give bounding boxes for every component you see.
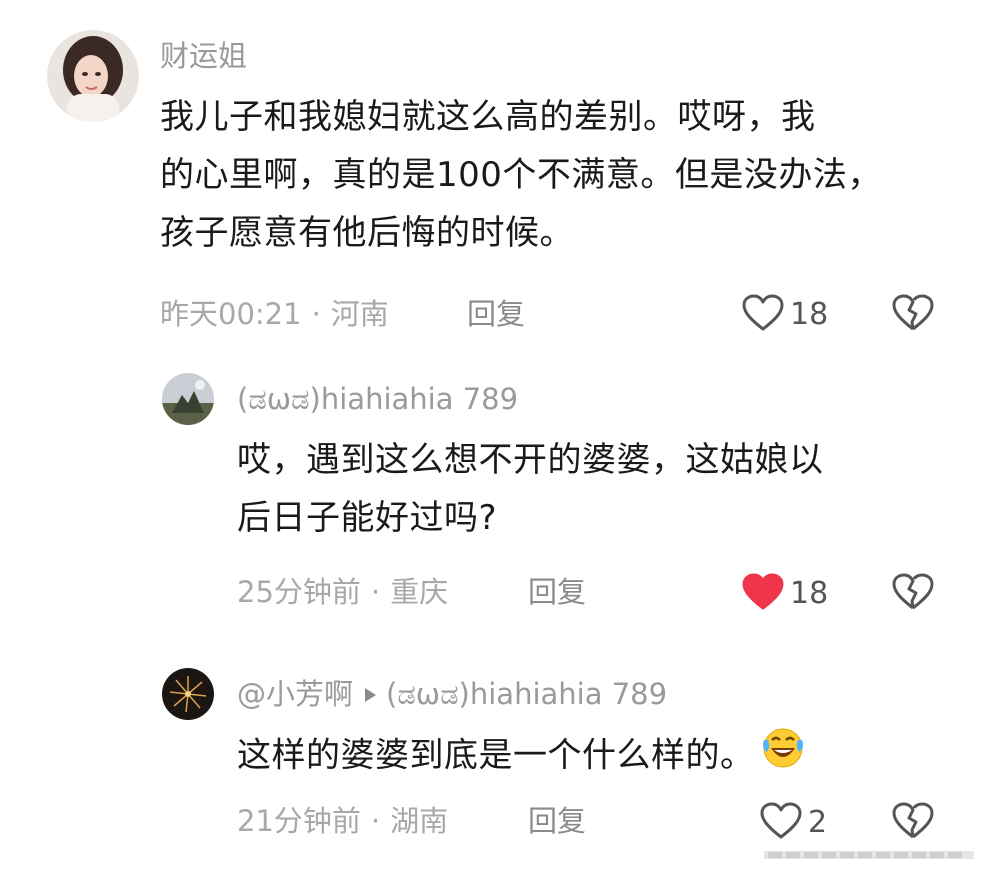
dislike-button[interactable] (892, 573, 934, 615)
comment-text-line: 孩子愿意有他后悔的时候。 (160, 213, 574, 253)
comment-text: 哎，遇到这么想不开的婆婆，这姑娘以 后日子能好过吗? (237, 431, 957, 547)
timestamp: 21分钟前 (237, 804, 361, 838)
comment-text-content: 这样的婆婆到底是一个什么样的。 (237, 735, 755, 776)
location: 湖南 (390, 804, 449, 838)
comment-text-line: 我儿子和我媳妇就这么高的差别。哎呀，我 (160, 97, 816, 137)
laughing-crying-emoji-icon (759, 726, 807, 788)
separator: · (311, 297, 321, 331)
heart-filled-icon (742, 573, 784, 615)
reply-target-user[interactable]: (ಡωಡ)hiahiahia 789 (386, 677, 667, 711)
like-button[interactable]: 18 (742, 294, 828, 336)
separator: · (370, 804, 381, 838)
comment-text: 这样的婆婆到底是一个什么样的。 (237, 726, 957, 788)
reply-button[interactable]: 回复 (528, 803, 586, 839)
like-count: 18 (790, 576, 829, 611)
comment-meta: 昨天00:21 · 河南 (160, 296, 389, 332)
avatar[interactable] (162, 373, 214, 425)
avatar[interactable] (47, 30, 139, 122)
comment-text-line: 后日子能好过吗? (237, 498, 498, 538)
like-button[interactable]: 2 (760, 802, 827, 844)
reply-arrow-icon (365, 687, 377, 702)
heart-outline-icon (760, 802, 802, 844)
comment-meta: 25分钟前 · 重庆 (237, 574, 448, 610)
username: @小芳啊 (ಡωಡ)hiahiahia 789 (237, 676, 667, 712)
broken-heart-icon (892, 294, 934, 336)
username[interactable]: 财运姐 (160, 38, 247, 74)
broken-heart-icon (892, 573, 934, 615)
reply-author[interactable]: @小芳啊 (237, 677, 353, 711)
reply-button[interactable]: 回复 (467, 296, 525, 332)
comment-text-line: 这样的婆婆到底是一个什么样的。 (237, 726, 957, 788)
heart-outline-icon (742, 294, 784, 336)
timestamp: 25分钟前 (237, 575, 361, 609)
watermark-strip (764, 846, 974, 859)
avatar[interactable] (162, 668, 214, 720)
location: 河南 (330, 297, 389, 331)
timestamp: 昨天00:21 (160, 297, 302, 331)
like-count: 18 (790, 297, 829, 332)
comment-text-line: 哎，遇到这么想不开的婆婆，这姑娘以 (237, 440, 824, 480)
dislike-button[interactable] (892, 802, 934, 844)
like-count: 2 (808, 805, 828, 840)
dislike-button[interactable] (892, 294, 934, 336)
broken-heart-icon (892, 802, 934, 844)
separator: · (370, 575, 381, 609)
comment-text: 我儿子和我媳妇就这么高的差别。哎呀，我 的心里啊，真的是100个不满意。但是没办… (160, 88, 960, 262)
comment-text-line: 的心里啊，真的是100个不满意。但是没办法， (160, 155, 882, 195)
comment-meta: 21分钟前 · 湖南 (237, 803, 448, 839)
like-button[interactable]: 18 (742, 573, 828, 615)
reply-button[interactable]: 回复 (528, 574, 586, 610)
username[interactable]: (ಡωಡ)hiahiahia 789 (237, 381, 518, 417)
location: 重庆 (390, 575, 449, 609)
